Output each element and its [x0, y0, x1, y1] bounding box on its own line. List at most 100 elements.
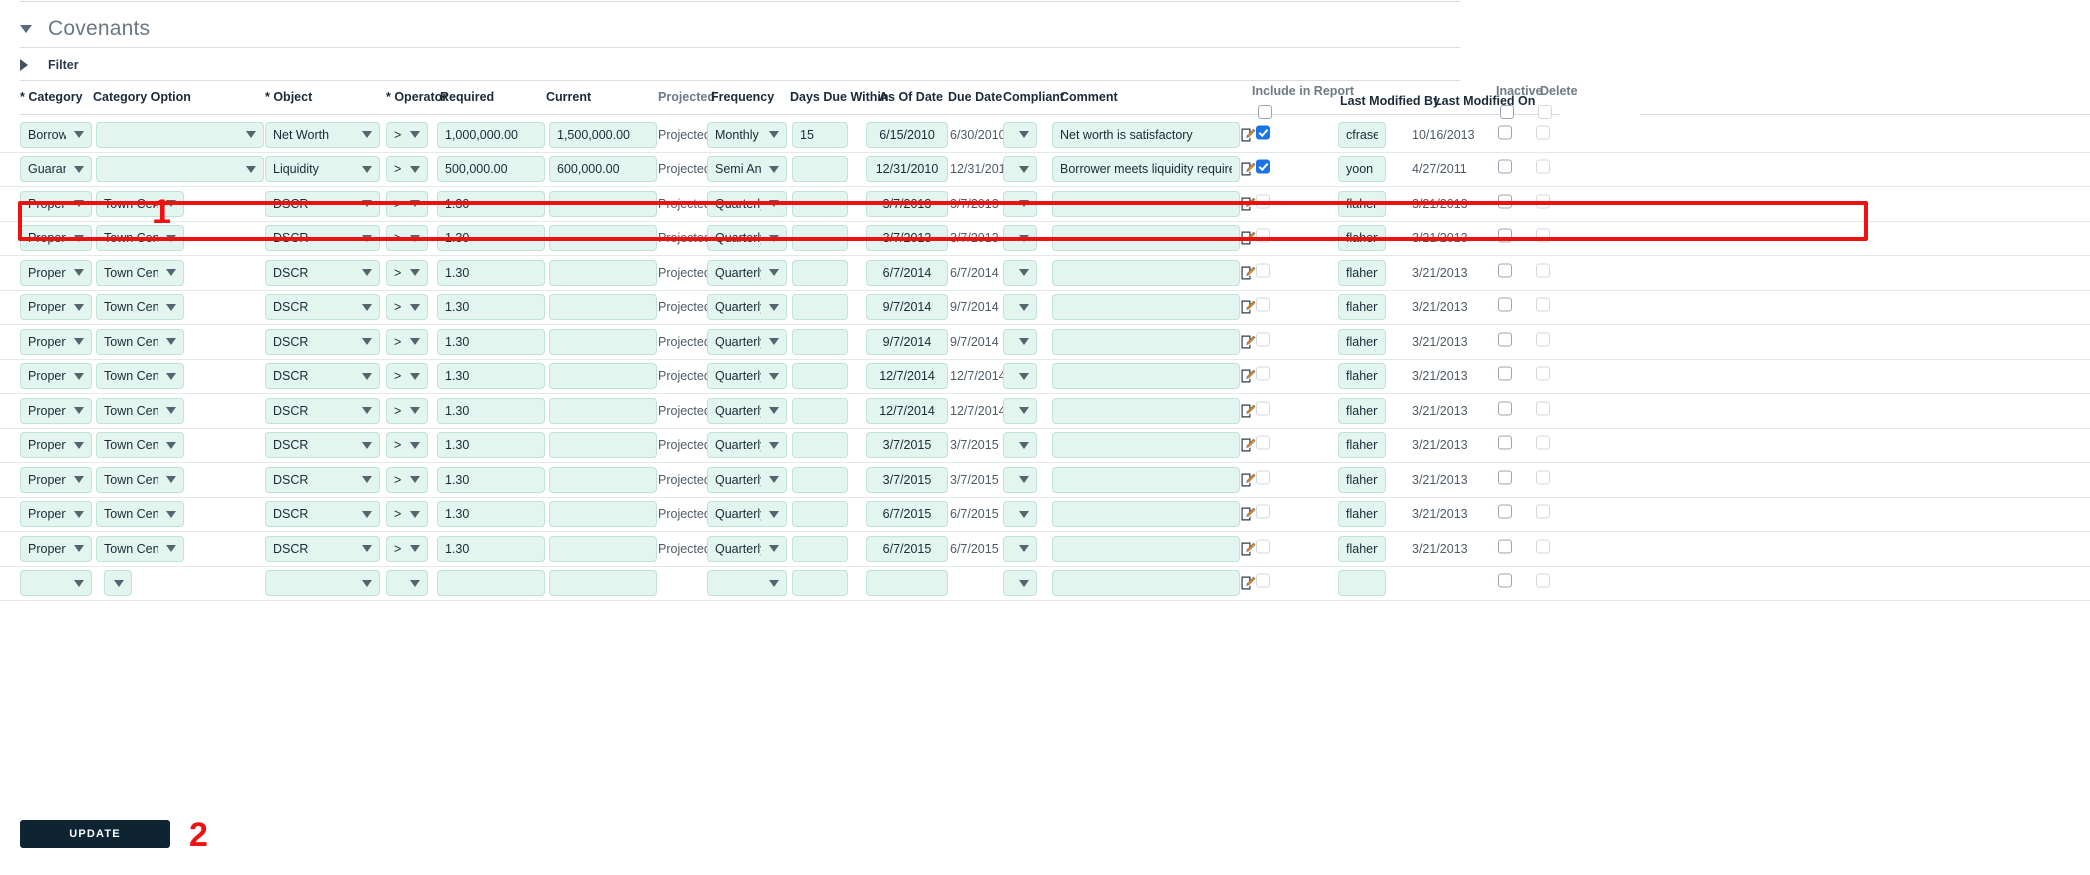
inactive-checkbox-cell[interactable] [1498, 573, 1512, 593]
compliant-select[interactable] [1003, 397, 1037, 424]
category-option-select[interactable] [96, 121, 264, 148]
inactive-checkbox-cell[interactable] [1498, 470, 1512, 489]
frequency-select[interactable]: Quarterly [707, 363, 787, 390]
include-in-report-checkbox-cell[interactable] [1256, 332, 1270, 351]
required-input[interactable]: 1.30 [437, 328, 545, 355]
days-due-within-input[interactable] [792, 466, 848, 493]
edit-note-button[interactable] [1240, 472, 1256, 488]
category-option-select[interactable]: Town Center 2 [96, 397, 184, 424]
days-due-within-input[interactable] [792, 225, 848, 252]
inactive-checkbox[interactable] [1498, 194, 1512, 209]
category-select[interactable]: Property [20, 259, 92, 286]
delete-checkbox[interactable] [1536, 366, 1550, 381]
category-option-select[interactable] [104, 570, 132, 597]
operator-select[interactable]: > [386, 190, 428, 217]
object-select[interactable]: DSCR [265, 501, 380, 528]
current-input[interactable] [549, 259, 657, 286]
required-input[interactable]: 1.30 [437, 535, 545, 562]
current-input[interactable] [549, 570, 657, 597]
delete-checkbox-cell[interactable] [1536, 435, 1550, 455]
include-in-report-checkbox[interactable] [1256, 194, 1270, 209]
inactive-checkbox[interactable] [1498, 332, 1512, 347]
delete-checkbox[interactable] [1536, 470, 1550, 485]
inactive-checkbox[interactable] [1498, 366, 1512, 381]
category-select[interactable]: Property [20, 432, 92, 459]
category-option-select[interactable]: Town Center 2 [96, 259, 184, 286]
delete-checkbox[interactable] [1536, 194, 1550, 209]
inactive-checkbox-cell[interactable] [1498, 159, 1512, 179]
include-in-report-checkbox[interactable] [1256, 539, 1270, 554]
frequency-select[interactable]: Quarterly [707, 466, 787, 493]
last-modified-by-input[interactable]: flahertyj [1338, 466, 1386, 493]
last-modified-by-input[interactable]: flahertyj [1338, 259, 1386, 286]
delete-checkbox-cell[interactable] [1536, 470, 1550, 489]
frequency-select[interactable]: Quarterly [707, 397, 787, 424]
delete-checkbox[interactable] [1536, 159, 1550, 174]
operator-select[interactable]: > [386, 328, 428, 355]
operator-select[interactable]: > [386, 397, 428, 424]
delete-checkbox-cell[interactable] [1536, 263, 1550, 282]
last-modified-by-input[interactable]: flahertyj [1338, 294, 1386, 321]
required-input[interactable]: 1.30 [437, 363, 545, 390]
delete-checkbox-cell[interactable] [1536, 539, 1550, 558]
category-select[interactable]: Property [20, 225, 92, 252]
edit-note-button[interactable] [1240, 403, 1256, 419]
delete-checkbox-cell[interactable] [1536, 401, 1550, 420]
as-of-date-input[interactable]: 12/7/2014 [866, 363, 948, 390]
operator-select[interactable] [386, 570, 428, 597]
as-of-date-input[interactable]: 12/7/2014 [866, 397, 948, 424]
include-in-report-checkbox[interactable] [1256, 263, 1270, 278]
operator-select[interactable]: >= [386, 121, 428, 148]
last-modified-by-input[interactable]: flahertyj [1338, 328, 1386, 355]
inactive-checkbox[interactable] [1498, 263, 1512, 278]
include-in-report-checkbox[interactable] [1256, 125, 1270, 140]
category-select[interactable]: Property [20, 501, 92, 528]
current-input[interactable] [549, 501, 657, 528]
days-due-within-input[interactable] [792, 328, 848, 355]
edit-note-button[interactable] [1240, 127, 1256, 143]
inactive-checkbox[interactable] [1498, 125, 1512, 140]
caret-down-icon[interactable] [20, 24, 32, 33]
object-select[interactable]: DSCR [265, 328, 380, 355]
frequency-select[interactable]: Quarterly [707, 535, 787, 562]
delete-checkbox[interactable] [1536, 435, 1550, 450]
include-in-report-checkbox[interactable] [1256, 332, 1270, 347]
compliant-select[interactable] [1003, 190, 1037, 217]
edit-note-icon[interactable] [1240, 403, 1256, 419]
edit-note-icon[interactable] [1240, 299, 1256, 315]
comment-input[interactable] [1052, 328, 1240, 355]
edit-note-icon[interactable] [1240, 575, 1256, 591]
operator-select[interactable]: > [386, 156, 428, 183]
object-select[interactable]: Net Worth [265, 121, 380, 148]
include-in-report-checkbox-cell[interactable] [1256, 228, 1270, 248]
comment-input[interactable] [1052, 190, 1240, 217]
object-select[interactable]: DSCR [265, 397, 380, 424]
edit-note-button[interactable] [1240, 230, 1256, 246]
as-of-date-input[interactable]: 6/7/2014 [866, 259, 948, 286]
inactive-checkbox[interactable] [1498, 401, 1512, 416]
category-option-select[interactable]: Town Center 2 [96, 328, 184, 355]
current-input[interactable] [549, 535, 657, 562]
edit-note-button[interactable] [1240, 265, 1256, 281]
category-select[interactable]: Property [20, 363, 92, 390]
category-select[interactable]: Property [20, 466, 92, 493]
comment-input[interactable] [1052, 397, 1240, 424]
operator-select[interactable]: > [386, 294, 428, 321]
as-of-date-input[interactable] [866, 570, 948, 597]
required-input[interactable]: 1.30 [437, 466, 545, 493]
required-input[interactable]: 1.30 [437, 259, 545, 286]
delete-checkbox-cell[interactable] [1536, 194, 1550, 213]
category-option-select[interactable]: Town Center 2 [96, 466, 184, 493]
as-of-date-input[interactable]: 12/31/2010 [866, 156, 948, 183]
frequency-select[interactable] [707, 570, 787, 597]
days-due-within-input[interactable] [792, 294, 848, 321]
days-due-within-input[interactable] [792, 190, 848, 217]
compliant-select[interactable] [1003, 328, 1037, 355]
object-select[interactable]: DSCR [265, 432, 380, 459]
include-in-report-checkbox[interactable] [1256, 366, 1270, 381]
edit-note-icon[interactable] [1240, 265, 1256, 281]
include-in-report-checkbox-cell[interactable] [1256, 297, 1270, 317]
last-modified-by-input[interactable]: yoon [1338, 156, 1386, 183]
edit-note-icon[interactable] [1240, 230, 1256, 246]
delete-checkbox[interactable] [1536, 228, 1550, 243]
